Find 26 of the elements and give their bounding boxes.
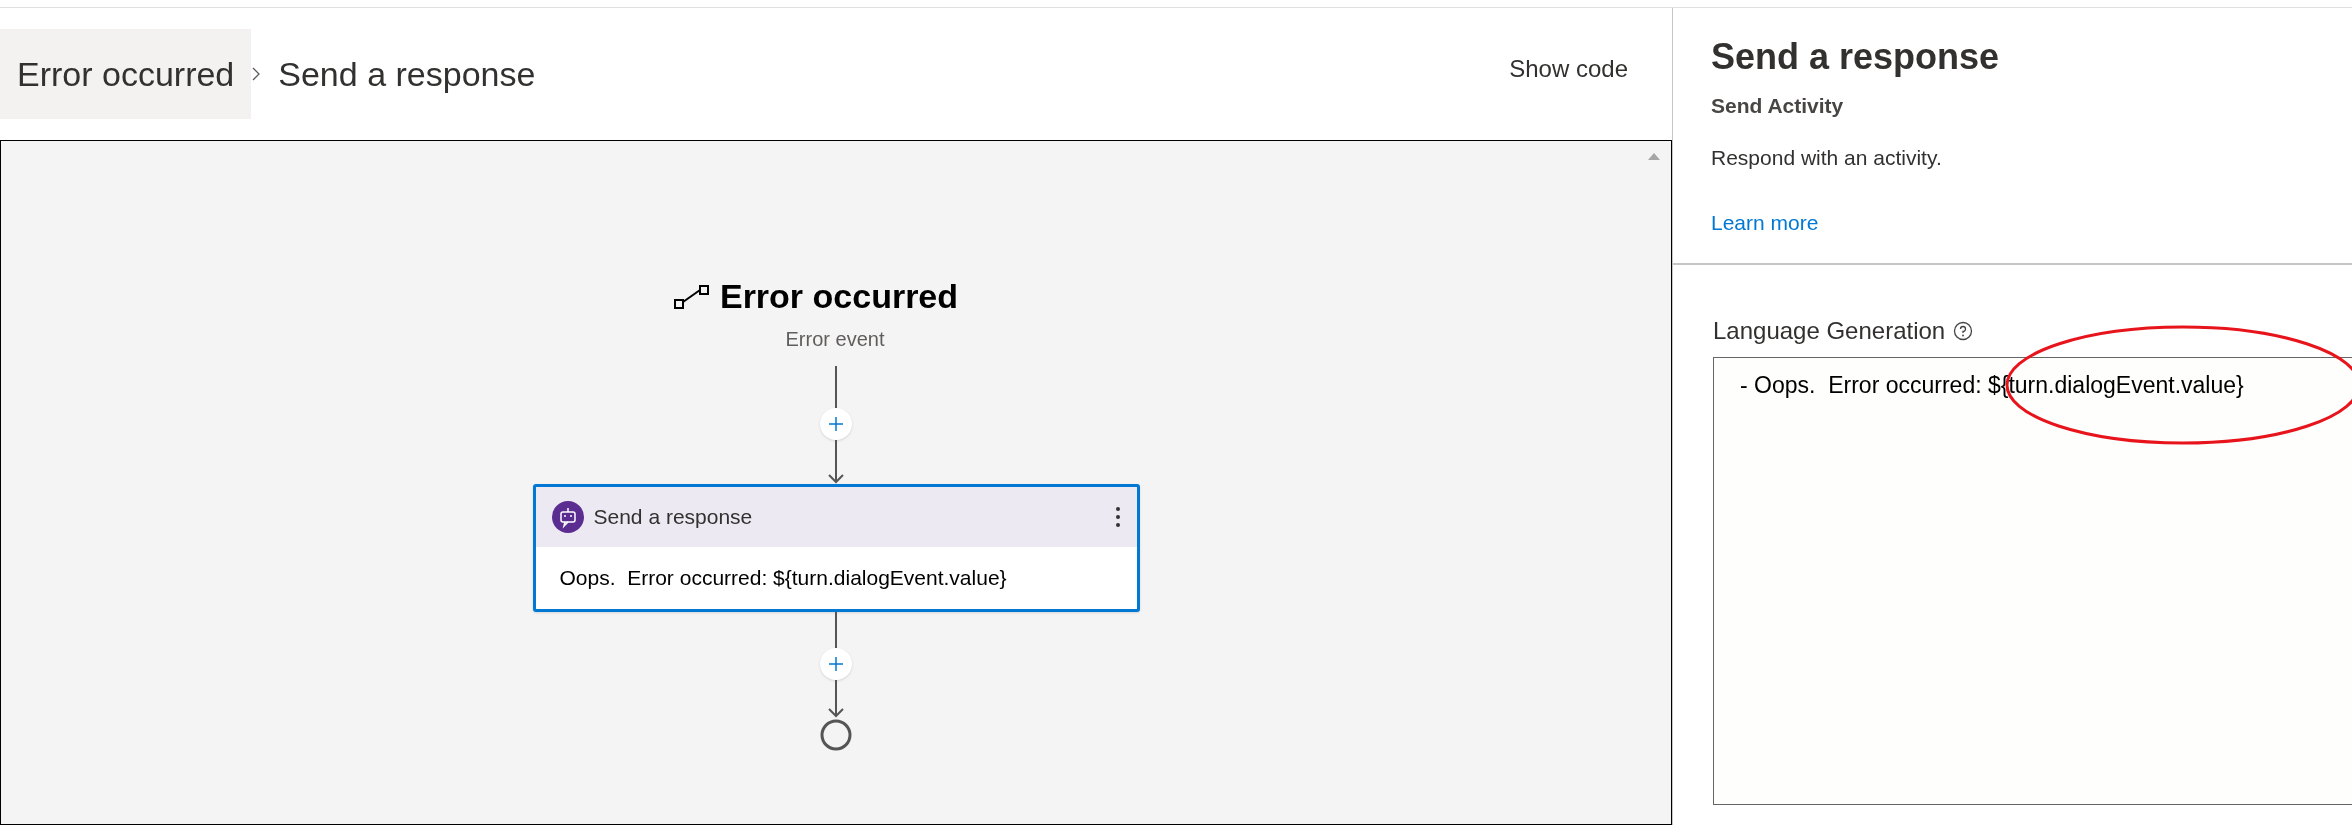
trigger-title: Error occurred: [719, 276, 959, 317]
breadcrumb-item[interactable]: Error occurred: [0, 29, 252, 119]
panel-subtitle: Send Activity: [1711, 93, 1844, 119]
add-step-button[interactable]: [820, 408, 852, 440]
arrow-connector: [826, 440, 846, 484]
show-code-button[interactable]: Show code: [1501, 47, 1636, 91]
bot-icon: [551, 501, 584, 533]
add-step-button[interactable]: [820, 648, 852, 680]
field-label: Language Generation: [1713, 315, 1946, 346]
plus-icon: [828, 656, 844, 672]
chevron-icon: [251, 66, 262, 82]
scroll-up-icon[interactable]: [1647, 151, 1661, 161]
plus-icon: [828, 416, 844, 432]
action-card[interactable]: Send a response Oops. Error occurred: ${turn.dialogEvent.value}: [532, 484, 1140, 612]
action-title: Send a response: [593, 504, 754, 531]
action-text: Oops. Error occurred: ${turn.dialogEvent.value}: [559, 565, 1007, 592]
arrow-connector: [826, 680, 846, 718]
breadcrumb-item[interactable]: Send a response: [261, 29, 553, 119]
more-icon[interactable]: [1114, 506, 1121, 528]
trigger-subtitle: Error event: [785, 327, 885, 352]
trigger-icon: [673, 283, 710, 310]
help-icon[interactable]: [1953, 320, 1974, 341]
learn-more-link[interactable]: Learn more: [1711, 207, 1819, 239]
panel-description: Respond with an activity.: [1711, 144, 1942, 171]
end-node-icon: [819, 718, 853, 752]
panel-title: Send a response: [1711, 35, 2000, 79]
